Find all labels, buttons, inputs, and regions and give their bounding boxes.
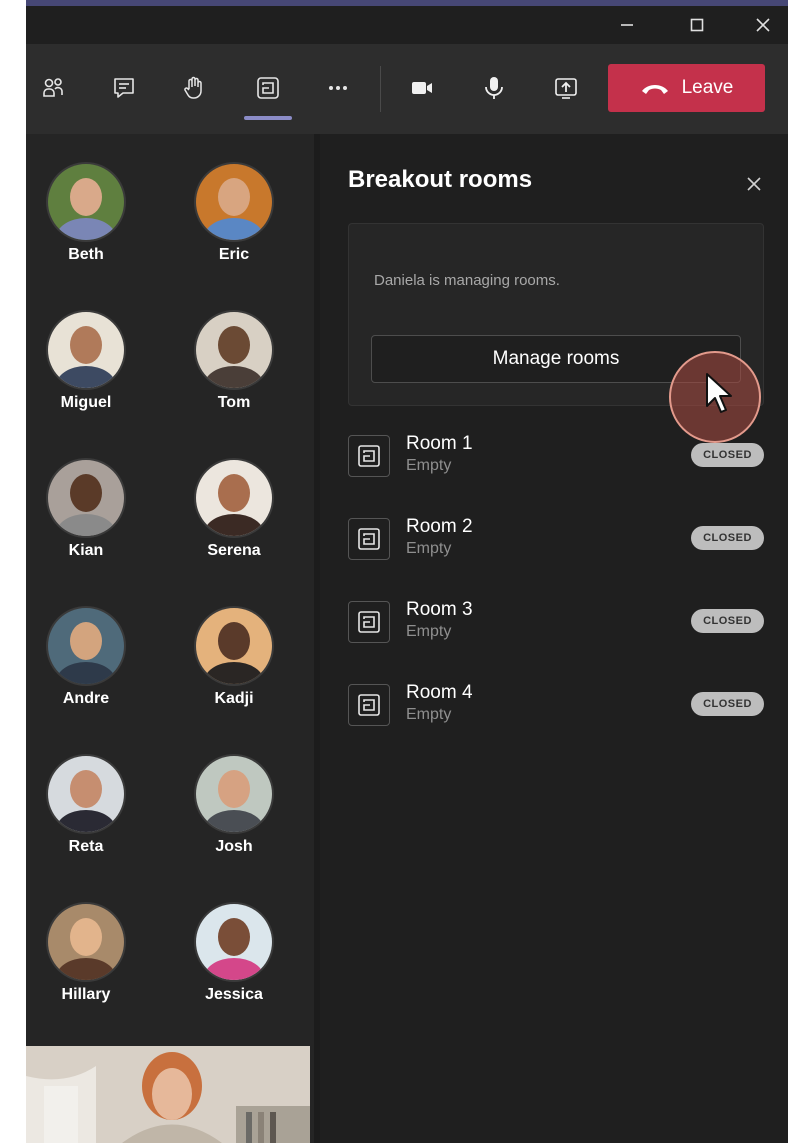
- teams-meeting-window: Leave Beth Eric Miguel Tom Kian Serena A…: [26, 0, 788, 1143]
- maximize-icon: [690, 18, 704, 32]
- room-name: Room 4: [406, 682, 473, 703]
- microphone-button[interactable]: [472, 66, 516, 110]
- title-bar: [26, 6, 788, 44]
- participant-name: Kadji: [214, 690, 254, 707]
- managing-status-text: Daniela is managing rooms.: [374, 272, 560, 289]
- avatar: [196, 608, 272, 684]
- more-icon: [329, 86, 347, 90]
- camera-icon: [412, 82, 432, 94]
- status-badge: CLOSED: [691, 692, 764, 716]
- minimize-icon: [621, 24, 633, 26]
- participant-name: Josh: [215, 838, 253, 855]
- breakout-room-icon: [348, 684, 390, 726]
- maximize-button[interactable]: [674, 6, 720, 44]
- share-screen-icon: [555, 78, 577, 99]
- room-list-item[interactable]: Room 4 Empty CLOSED: [348, 680, 768, 740]
- status-badge: CLOSED: [691, 609, 764, 633]
- room-list-item[interactable]: Room 2 Empty CLOSED: [348, 514, 768, 574]
- avatar: [48, 312, 124, 388]
- self-video-preview: [26, 1046, 310, 1143]
- avatar: [48, 608, 124, 684]
- participant-name: Miguel: [60, 394, 112, 411]
- room-status: Empty: [406, 706, 452, 723]
- participant-name: Hillary: [61, 986, 111, 1003]
- hang-up-icon: [641, 85, 668, 94]
- close-panel-button[interactable]: [740, 170, 768, 198]
- room-status: Empty: [406, 623, 452, 640]
- microphone-icon: [485, 77, 503, 99]
- participant-tile[interactable]: Miguel: [26, 312, 146, 412]
- active-tab-indicator: [244, 116, 292, 120]
- participant-tile[interactable]: Jessica: [174, 904, 294, 1004]
- room-name: Room 3: [406, 599, 473, 620]
- participant-name: Beth: [68, 246, 104, 263]
- room-name: Room 2: [406, 516, 473, 537]
- room-list-item[interactable]: Room 3 Empty CLOSED: [348, 597, 768, 657]
- participant-tile[interactable]: Beth: [26, 164, 146, 264]
- avatar: [48, 904, 124, 980]
- participant-name: Reta: [68, 838, 104, 855]
- close-icon: [747, 177, 761, 191]
- mouse-pointer-icon: [706, 373, 732, 413]
- participant-name: Kian: [68, 542, 104, 559]
- participant-tile[interactable]: Kadji: [174, 608, 294, 708]
- close-window-button[interactable]: [740, 6, 786, 44]
- participant-tile[interactable]: Josh: [174, 756, 294, 856]
- breakout-rooms-button[interactable]: [246, 66, 290, 110]
- status-badge: CLOSED: [691, 443, 764, 467]
- people-icon: [43, 78, 63, 97]
- room-name: Room 1: [406, 433, 473, 454]
- more-options-button[interactable]: [316, 66, 360, 110]
- room-status: Empty: [406, 540, 452, 557]
- avatar: [196, 460, 272, 536]
- leave-button[interactable]: Leave: [608, 64, 765, 112]
- participant-name: Jessica: [205, 986, 263, 1003]
- toolbar-divider: [380, 66, 381, 112]
- avatar: [196, 756, 272, 832]
- avatar: [196, 312, 272, 388]
- participant-tile[interactable]: Kian: [26, 460, 146, 560]
- participant-gallery: Beth Eric Miguel Tom Kian Serena Andre K…: [26, 134, 314, 1143]
- avatar: [48, 756, 124, 832]
- participant-name: Serena: [207, 542, 261, 559]
- breakout-rooms-panel: Breakout rooms Daniela is managing rooms…: [320, 134, 788, 1143]
- status-badge: CLOSED: [691, 526, 764, 550]
- minimize-button[interactable]: [604, 6, 650, 44]
- breakout-room-icon: [348, 518, 390, 560]
- chat-icon: [114, 78, 134, 98]
- participants-button[interactable]: [32, 66, 76, 110]
- leave-label: Leave: [681, 77, 734, 98]
- chat-button[interactable]: [102, 66, 146, 110]
- avatar: [196, 164, 272, 240]
- meeting-toolbar: Leave: [26, 44, 788, 134]
- participant-name: Andre: [62, 690, 110, 707]
- avatar: [196, 904, 272, 980]
- participant-name: Eric: [218, 246, 250, 263]
- participant-tile[interactable]: Eric: [174, 164, 294, 264]
- participant-tile[interactable]: Tom: [174, 312, 294, 412]
- participant-tile[interactable]: Serena: [174, 460, 294, 560]
- participant-tile[interactable]: Hillary: [26, 904, 146, 1004]
- participant-tile[interactable]: Reta: [26, 756, 146, 856]
- breakout-rooms-icon: [257, 77, 279, 99]
- self-video-image: [26, 1046, 310, 1143]
- raise-hand-button[interactable]: [172, 66, 216, 110]
- camera-button[interactable]: [400, 66, 444, 110]
- participant-name: Tom: [217, 394, 251, 411]
- close-icon: [756, 18, 770, 32]
- avatar: [48, 460, 124, 536]
- breakout-room-icon: [348, 435, 390, 477]
- panel-title: Breakout rooms: [348, 166, 533, 193]
- participant-tile[interactable]: Andre: [26, 608, 146, 708]
- room-status: Empty: [406, 457, 452, 474]
- share-screen-button[interactable]: [544, 66, 588, 110]
- breakout-room-icon: [348, 601, 390, 643]
- avatar: [48, 164, 124, 240]
- raise-hand-icon: [184, 76, 202, 99]
